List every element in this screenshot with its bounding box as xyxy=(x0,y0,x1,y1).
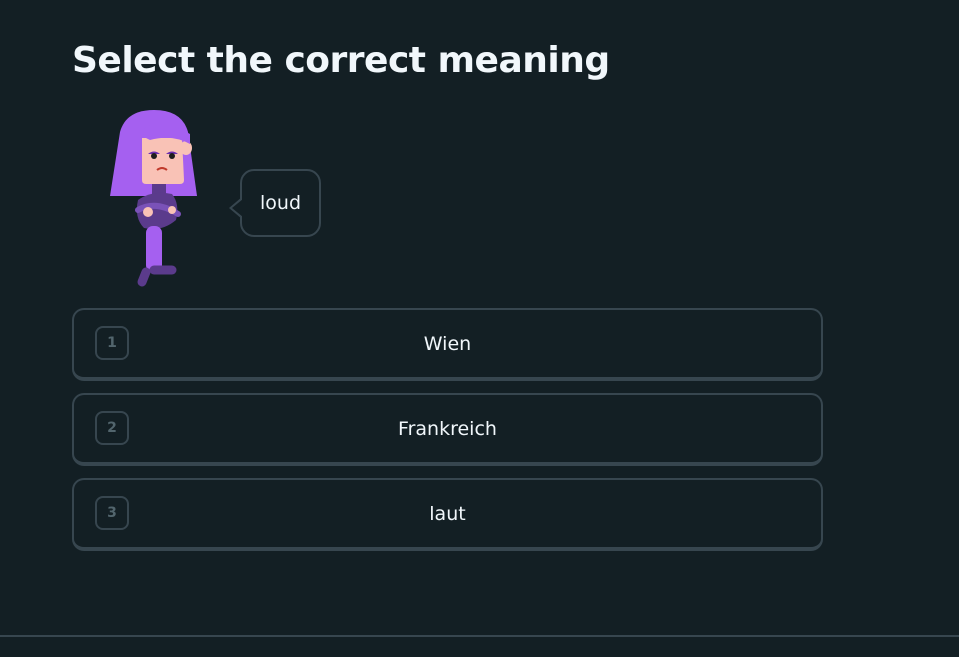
option-button-1[interactable]: 1 Wien xyxy=(72,308,823,381)
option-button-3[interactable]: 3 laut xyxy=(72,478,823,551)
option-button-2[interactable]: 2 Frankreich xyxy=(72,393,823,466)
footer-divider xyxy=(0,635,959,637)
option-number-badge: 1 xyxy=(95,326,129,360)
option-label: laut xyxy=(429,502,466,525)
option-label: Wien xyxy=(423,332,472,355)
character-illustration xyxy=(102,104,206,290)
lesson-page: Select the correct meaning loud 1 Wien 2… xyxy=(0,0,959,657)
speech-bubble: loud xyxy=(229,169,322,237)
option-number-badge: 2 xyxy=(95,411,129,445)
option-label: Frankreich xyxy=(398,417,497,440)
answer-options: 1 Wien 2 Frankreich 3 laut xyxy=(72,308,823,563)
option-number-badge: 3 xyxy=(95,496,129,530)
challenge-title: Select the correct meaning xyxy=(72,40,610,81)
speech-bubble-text: loud xyxy=(260,192,302,214)
speech-bubble-tail-fill xyxy=(232,199,243,217)
